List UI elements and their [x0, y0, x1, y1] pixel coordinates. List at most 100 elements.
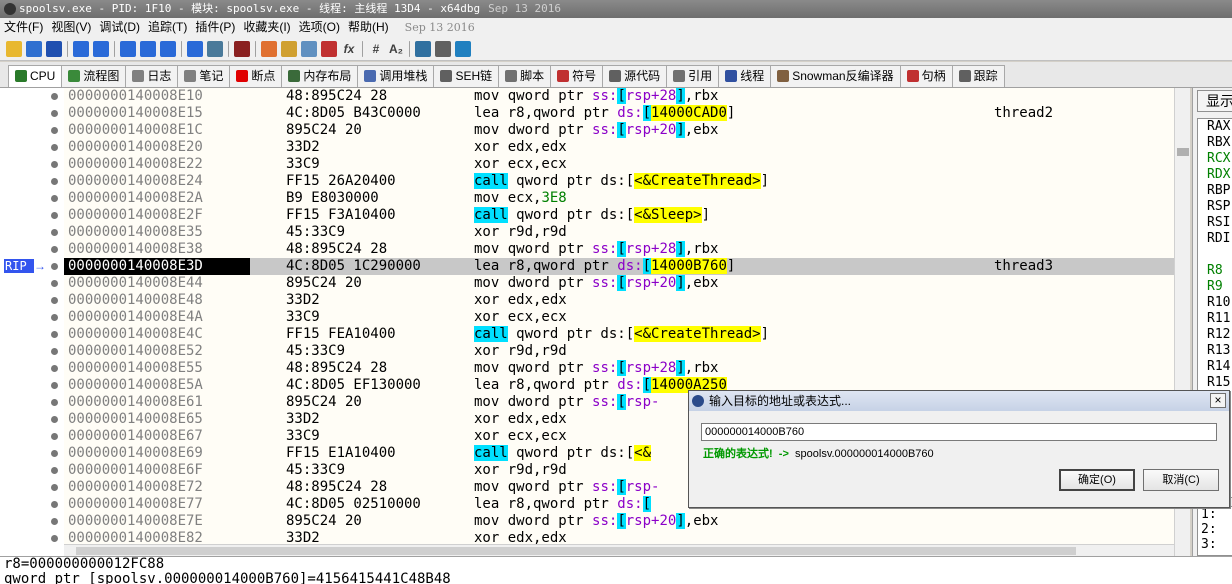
register-name[interactable]: RSP	[1198, 199, 1232, 215]
open-icon[interactable]	[6, 41, 22, 57]
register-name[interactable]: RBP	[1198, 183, 1232, 199]
disasm-row[interactable]: 0000000140008E3D 4C:8D05 1C290000 lea r8,q…	[64, 258, 1174, 275]
tab-seh[interactable]: SEH链	[433, 65, 500, 87]
tab-cpu[interactable]: CPU	[8, 65, 63, 87]
menu-item[interactable]: 选项(O)	[295, 18, 344, 37]
breakpoint-dot[interactable]	[51, 127, 58, 134]
breakpoint-dot[interactable]	[51, 263, 58, 270]
argument-item[interactable]: 1:	[1198, 507, 1232, 522]
tab-graph[interactable]: 流程图	[61, 65, 127, 87]
register-name[interactable]: RDX	[1198, 167, 1232, 183]
breakpoint-dot[interactable]	[51, 331, 58, 338]
disasm-row[interactable]: 0000000140008E55 48:895C24 28 mov qword pt…	[64, 360, 1174, 377]
breakpoint-dot[interactable]	[51, 399, 58, 406]
patch-icon[interactable]	[261, 41, 277, 57]
horizontal-scrollbar[interactable]	[64, 544, 1174, 556]
argument-item[interactable]: 2:	[1198, 522, 1232, 537]
run-icon[interactable]	[73, 41, 89, 57]
menu-item[interactable]: 视图(V)	[47, 18, 95, 37]
breakpoint-dot[interactable]	[51, 518, 58, 525]
menu-item[interactable]: 帮助(H)	[344, 18, 393, 37]
pause-icon[interactable]	[93, 41, 109, 57]
tab-snowman[interactable]: Snowman反编译器	[770, 65, 901, 87]
tab-script[interactable]: 脚本	[498, 65, 552, 87]
breakpoint-dot[interactable]	[51, 178, 58, 185]
disasm-row[interactable]: 0000000140008E82 33D2 xor edx,edx	[64, 530, 1174, 544]
breakpoint-gutter[interactable]: RIP →	[0, 88, 64, 556]
register-name[interactable]: R9	[1198, 279, 1232, 295]
run-to-user-icon[interactable]	[187, 41, 203, 57]
tab-trace[interactable]: 跟踪	[951, 65, 1005, 87]
call-arguments[interactable]: 1: 2: 3:	[1197, 506, 1232, 556]
breakpoint-dot[interactable]	[51, 416, 58, 423]
breakpoint-dot[interactable]	[51, 467, 58, 474]
register-name[interactable]: RCX	[1198, 151, 1232, 167]
breakpoint-dot[interactable]	[51, 161, 58, 168]
step-out-icon[interactable]	[160, 41, 176, 57]
disasm-row[interactable]: 0000000140008E38 48:895C24 28 mov qword pt…	[64, 241, 1174, 258]
menu-item[interactable]: 文件(F)	[0, 18, 47, 37]
script-icon[interactable]	[234, 41, 250, 57]
breakpoint-dot[interactable]	[51, 365, 58, 372]
register-name[interactable]: RAX	[1198, 119, 1232, 135]
disasm-row[interactable]: 0000000140008E4C FF15 FEA10400 call qword …	[64, 326, 1174, 343]
disasm-row[interactable]: 0000000140008E7E 895C24 20 mov dword ptr s…	[64, 513, 1174, 530]
register-name[interactable]: R10	[1198, 295, 1232, 311]
disasm-row[interactable]: 0000000140008E2F FF15 F3A10400 call qword …	[64, 207, 1174, 224]
comment-icon[interactable]	[281, 41, 297, 57]
register-name[interactable]	[1198, 247, 1232, 263]
dialog-titlebar[interactable]: 输入目标的地址或表达式... ×	[689, 391, 1229, 411]
menu-item[interactable]: 调试(D)	[95, 18, 144, 37]
horizontal-scroll-thumb[interactable]	[76, 547, 1076, 555]
breakpoint-dot[interactable]	[51, 280, 58, 287]
tab-callstack[interactable]: 调用堆栈	[357, 65, 435, 87]
breakpoint-dot[interactable]	[51, 297, 58, 304]
disasm-row[interactable]: 0000000140008E10 48:895C24 28 mov qword pt…	[64, 88, 1174, 105]
register-name[interactable]: RDI	[1198, 231, 1232, 247]
disasm-row[interactable]: 0000000140008E2A B9 E8030000 mov ecx,3E8	[64, 190, 1174, 207]
calculator-icon[interactable]	[435, 41, 451, 57]
menu-item[interactable]: 收藏夹(I)	[239, 18, 294, 37]
tab-reference[interactable]: 引用	[666, 65, 720, 87]
breakpoint-dot[interactable]	[51, 93, 58, 100]
tab-source[interactable]: 源代码	[602, 65, 668, 87]
tab-thread[interactable]: 线程	[718, 65, 772, 87]
register-name[interactable]: R13	[1198, 343, 1232, 359]
tab-notes[interactable]: 笔记	[177, 65, 231, 87]
disasm-row[interactable]: 0000000140008E44 895C24 20 mov dword ptr s…	[64, 275, 1174, 292]
breakpoint-dot[interactable]	[51, 229, 58, 236]
breakpoint-dot[interactable]	[51, 110, 58, 117]
tab-breakpoint[interactable]: 断点	[229, 65, 283, 87]
restart-icon[interactable]	[26, 41, 42, 57]
function-icon[interactable]: fx	[341, 41, 357, 57]
breakpoint-dot[interactable]	[51, 314, 58, 321]
hash-icon[interactable]: #	[368, 41, 384, 57]
breakpoint-dot[interactable]	[51, 382, 58, 389]
menu-item[interactable]: 追踪(T)	[144, 18, 191, 37]
tab-handle[interactable]: 句柄	[899, 65, 953, 87]
register-name[interactable]: R12	[1198, 327, 1232, 343]
step-into-icon[interactable]	[120, 41, 136, 57]
register-name[interactable]: R8	[1198, 263, 1232, 279]
breakpoint-dot[interactable]	[51, 246, 58, 253]
register-name[interactable]: R15	[1198, 375, 1232, 391]
disasm-row[interactable]: 0000000140008E15 4C:8D05 B43C0000 lea r8,q…	[64, 105, 1174, 122]
show-fpu-button[interactable]: 显示	[1197, 90, 1232, 112]
disasm-row[interactable]: 0000000140008E24 FF15 26A20400 call qword …	[64, 173, 1174, 190]
breakpoint-dot[interactable]	[51, 144, 58, 151]
stop-icon[interactable]	[46, 41, 62, 57]
label-icon[interactable]	[301, 41, 317, 57]
argument-item[interactable]: 3:	[1198, 537, 1232, 552]
help-icon[interactable]	[455, 41, 471, 57]
tab-memory[interactable]: 内存布局	[281, 65, 359, 87]
register-name[interactable]: R14	[1198, 359, 1232, 375]
window-titlebar[interactable]: spoolsv.exe - PID: 1F10 - 模块: spoolsv.ex…	[0, 0, 1232, 18]
vertical-scroll-thumb[interactable]	[1177, 148, 1189, 156]
disasm-row[interactable]: 0000000140008E22 33C9 xor ecx,ecx	[64, 156, 1174, 173]
animate-icon[interactable]	[207, 41, 223, 57]
cancel-button[interactable]: 取消(C)	[1143, 469, 1219, 491]
tab-symbol[interactable]: 符号	[550, 65, 604, 87]
dialog-close-button[interactable]: ×	[1210, 393, 1226, 408]
breakpoint-dot[interactable]	[51, 212, 58, 219]
breakpoint-dot[interactable]	[51, 195, 58, 202]
